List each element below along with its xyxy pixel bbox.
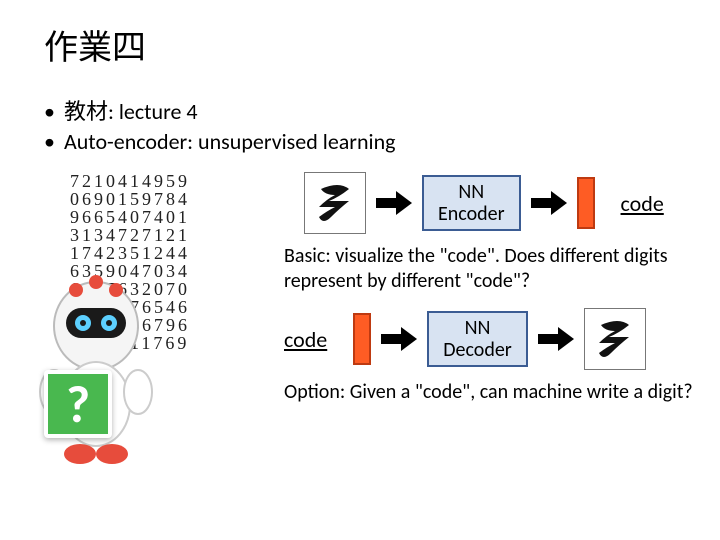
nn-encoder-line2: Encoder <box>438 203 505 225</box>
content-area: 7210414959 0690159784 9665407401 3134727… <box>44 172 690 502</box>
arrow-icon <box>538 329 574 349</box>
nn-decoder-line1: NN <box>443 317 512 339</box>
bullet-2: • Auto-encoder: unsupervised learning <box>44 127 690 157</box>
question-mark-card: ? <box>44 370 112 438</box>
bullet-2-text: Auto-encoder: unsupervised learning <box>64 127 396 157</box>
nn-encoder-line1: NN <box>438 181 505 203</box>
decoder-flow: code NN Decoder <box>284 308 714 370</box>
basic-question-text: Basic: visualize the "code". Does differ… <box>284 244 714 294</box>
bullet-list: • 教材: lecture 4 • Auto-encoder: unsuperv… <box>44 97 690 156</box>
option-question-text: Option: Given a "code", can machine writ… <box>284 380 714 405</box>
nn-decoder-line2: Decoder <box>443 339 512 361</box>
digit-row: 0690159784 <box>70 190 190 208</box>
digit-row: 1742351244 <box>70 244 190 262</box>
arrow-icon <box>381 329 417 349</box>
bullet-1-text: 教材: lecture 4 <box>64 97 198 127</box>
digit-image-icon <box>584 308 646 370</box>
bullet-1: • 教材: lecture 4 <box>44 97 690 127</box>
code-vector-icon <box>353 313 371 365</box>
encoder-flow: NN Encoder code <box>304 172 714 234</box>
bullet-dot: • <box>44 127 58 157</box>
arrow-icon <box>376 193 412 213</box>
digit-image-icon <box>304 172 366 234</box>
nn-encoder-box: NN Encoder <box>422 175 521 231</box>
digit-row: 7210414959 <box>70 172 190 190</box>
code-label: code <box>621 190 664 217</box>
slide-title: 作業四 <box>44 20 690 69</box>
digit-row: 3134727121 <box>70 226 190 244</box>
diagram-area: NN Encoder code Basic: visualize the "co… <box>284 166 714 419</box>
nn-decoder-box: NN Decoder <box>427 311 528 367</box>
code-vector-icon <box>577 177 595 229</box>
arrow-icon <box>531 193 567 213</box>
bullet-dot: • <box>44 97 58 127</box>
digit-row: 9665407401 <box>70 208 190 226</box>
code-label: code <box>284 326 327 353</box>
question-mark-text: ? <box>66 372 90 436</box>
